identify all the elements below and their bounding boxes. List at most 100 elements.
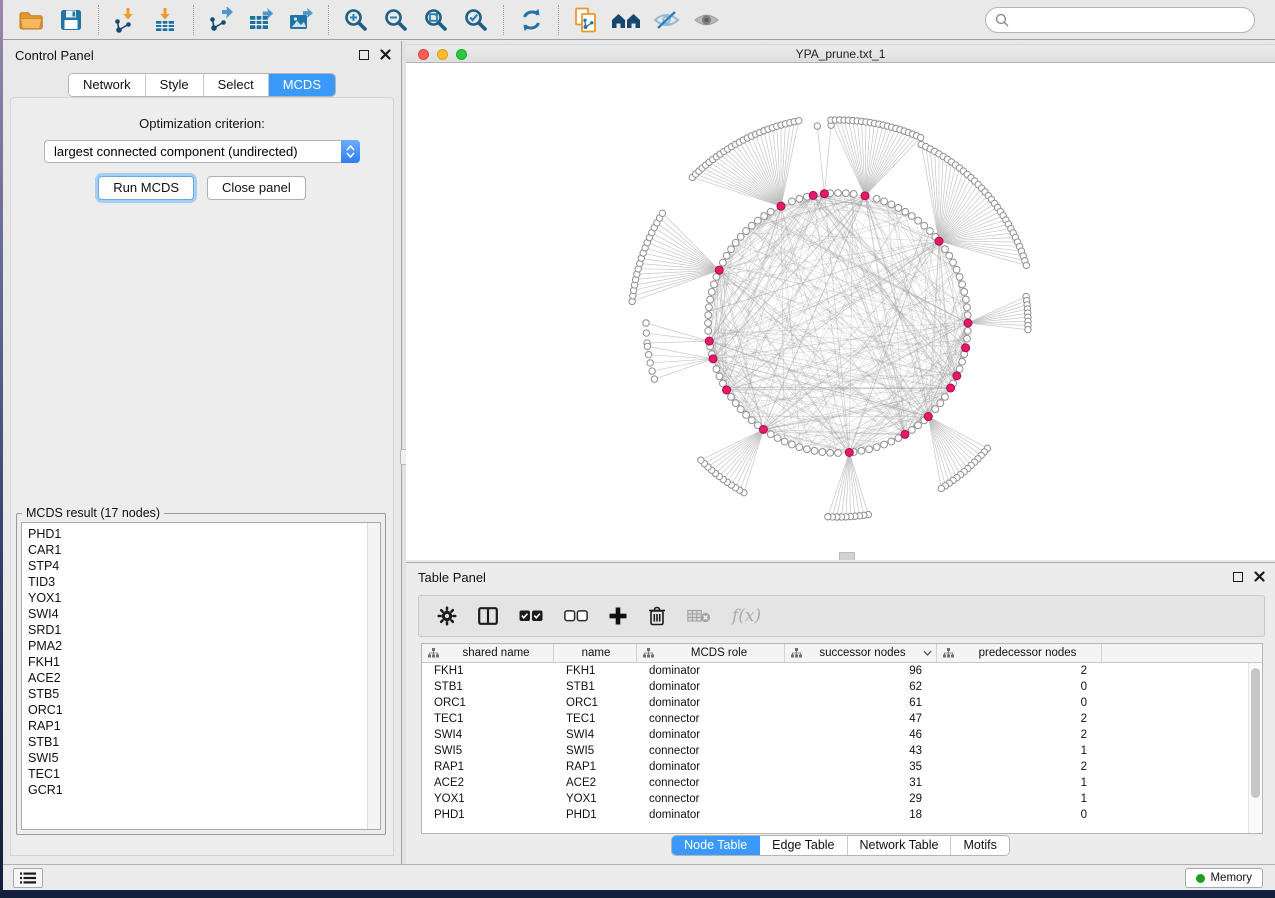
table-row[interactable]: RAP1RAP1dominator352 [422, 759, 1248, 775]
hide-selected-button[interactable] [646, 3, 686, 37]
mcds-result-item[interactable]: YOX1 [28, 590, 366, 606]
horizontal-splitter-grip[interactable] [839, 552, 855, 560]
table-row[interactable]: YOX1YOX1connector291 [422, 791, 1248, 807]
export-image-button[interactable] [281, 3, 321, 37]
mcds-result-item[interactable]: STB5 [28, 686, 366, 702]
table-toolbar: f(x) [418, 595, 1265, 637]
mcds-result-item[interactable]: TEC1 [28, 766, 366, 782]
export-network-button[interactable] [201, 3, 241, 37]
panel-menu-button[interactable] [13, 868, 43, 888]
mcds-result-item[interactable]: CAR1 [28, 542, 366, 558]
mcds-result-list[interactable]: PHD1CAR1STP4TID3YOX1SWI4SRD1PMA2FKH1ACE2… [22, 523, 366, 829]
show-all-button[interactable] [686, 3, 726, 37]
table-tab-edge-table[interactable]: Edge Table [760, 836, 847, 855]
mcds-result-item[interactable]: ORC1 [28, 702, 366, 718]
table-tabs: Node TableEdge TableNetwork TableMotifs [406, 835, 1275, 856]
mcds-result-item[interactable]: PMA2 [28, 638, 366, 654]
column-header-name[interactable]: name [554, 644, 637, 662]
zoom-out-icon [384, 8, 408, 32]
delete-table-button[interactable] [687, 609, 711, 623]
split-columns-button[interactable] [478, 607, 498, 625]
table-tab-motifs[interactable]: Motifs [951, 836, 1008, 855]
refresh-button[interactable] [511, 3, 551, 37]
tab-style[interactable]: Style [146, 74, 204, 96]
table-scrollbar-thumb[interactable] [1251, 668, 1260, 798]
zoom-out-button[interactable] [376, 3, 416, 37]
open-file-button[interactable] [11, 3, 51, 37]
search-icon [995, 13, 1009, 27]
import-network-button[interactable] [106, 3, 146, 37]
mcds-result-item[interactable]: STB1 [28, 734, 366, 750]
mcds-result-item[interactable]: ACE2 [28, 670, 366, 686]
export-table-button[interactable] [241, 3, 281, 37]
tab-select[interactable]: Select [204, 74, 269, 96]
float-table-panel-button[interactable] [1233, 572, 1243, 582]
table-settings-button[interactable] [437, 606, 457, 626]
table-row[interactable]: PHD1PHD1dominator180 [422, 807, 1248, 823]
column-header-MCDS-role[interactable]: MCDS role [637, 644, 785, 662]
float-panel-button[interactable] [359, 50, 369, 60]
result-list-scrollbar[interactable] [367, 523, 380, 829]
add-column-button[interactable] [609, 607, 627, 625]
table-cell: SWI5 [422, 745, 554, 757]
toolbar-separator [193, 5, 194, 35]
mcds-result-item[interactable]: SWI5 [28, 750, 366, 766]
window-minimize-icon[interactable] [437, 49, 448, 60]
mcds-result-item[interactable]: PHD1 [28, 526, 366, 542]
table-tab-network-table[interactable]: Network Table [848, 836, 952, 855]
mcds-result-item[interactable]: GCR1 [28, 782, 366, 798]
table-cell: 18 [785, 809, 937, 821]
window-close-icon[interactable] [418, 49, 429, 60]
mcds-result-item[interactable]: FKH1 [28, 654, 366, 670]
import-table-button[interactable] [146, 3, 186, 37]
table-cell: dominator [637, 729, 785, 741]
window-maximize-icon[interactable] [456, 49, 467, 60]
network-canvas[interactable] [406, 63, 1275, 560]
select-all-button[interactable] [519, 610, 543, 622]
mcds-result-item[interactable]: SWI4 [28, 606, 366, 622]
close-table-panel-button[interactable] [1254, 571, 1265, 582]
toolbar-separator [503, 5, 504, 35]
memory-button[interactable]: Memory [1185, 868, 1263, 888]
criterion-select[interactable]: largest connected component (undirected) [44, 140, 360, 163]
zoom-selected-button[interactable] [456, 3, 496, 37]
mcds-result-item[interactable]: RAP1 [28, 718, 366, 734]
copy-network-button[interactable] [566, 3, 606, 37]
run-mcds-button[interactable]: Run MCDS [98, 176, 194, 200]
table-tab-node-table[interactable]: Node Table [672, 836, 760, 855]
function-builder-button[interactable]: f(x) [732, 606, 761, 626]
copy-network-icon [573, 7, 599, 33]
table-row[interactable]: SWI4SWI4dominator462 [422, 727, 1248, 743]
shared-column-icon [428, 648, 439, 658]
table-row[interactable]: FKH1FKH1dominator962 [422, 663, 1248, 679]
table-row[interactable]: ACE2ACE2connector311 [422, 775, 1248, 791]
table-cell: ORC1 [554, 697, 637, 709]
tab-mcds[interactable]: MCDS [269, 74, 335, 96]
table-cell: 96 [785, 665, 937, 677]
mcds-result-item[interactable]: TID3 [28, 574, 366, 590]
close-panel-button[interactable] [380, 49, 391, 60]
import-table-icon [153, 7, 179, 33]
table-row[interactable]: TEC1TEC1connector472 [422, 711, 1248, 727]
column-header-predecessor-nodes[interactable]: predecessor nodes [937, 644, 1102, 662]
search-input[interactable] [1015, 10, 1254, 30]
zoom-in-button[interactable] [336, 3, 376, 37]
network-window-titlebar[interactable]: YPA_prune.txt_1 [406, 44, 1275, 63]
table-scrollbar[interactable] [1248, 663, 1262, 833]
close-mcds-panel-button[interactable]: Close panel [207, 176, 306, 200]
table-row[interactable]: ORC1ORC1dominator610 [422, 695, 1248, 711]
column-header-shared-name[interactable]: shared name [422, 644, 554, 662]
delete-column-button[interactable] [648, 606, 666, 626]
network-graph [406, 63, 1275, 560]
deselect-all-button[interactable] [564, 610, 588, 622]
tab-network[interactable]: Network [69, 74, 146, 96]
zoom-fit-button[interactable] [416, 3, 456, 37]
table-row[interactable]: STB1STB1dominator620 [422, 679, 1248, 695]
column-header-successor-nodes[interactable]: successor nodes [785, 644, 937, 662]
import-network-icon [113, 7, 139, 33]
first-neighbors-button[interactable] [606, 3, 646, 37]
save-session-button[interactable] [51, 3, 91, 37]
mcds-result-item[interactable]: SRD1 [28, 622, 366, 638]
mcds-result-item[interactable]: STP4 [28, 558, 366, 574]
table-row[interactable]: SWI5SWI5connector431 [422, 743, 1248, 759]
